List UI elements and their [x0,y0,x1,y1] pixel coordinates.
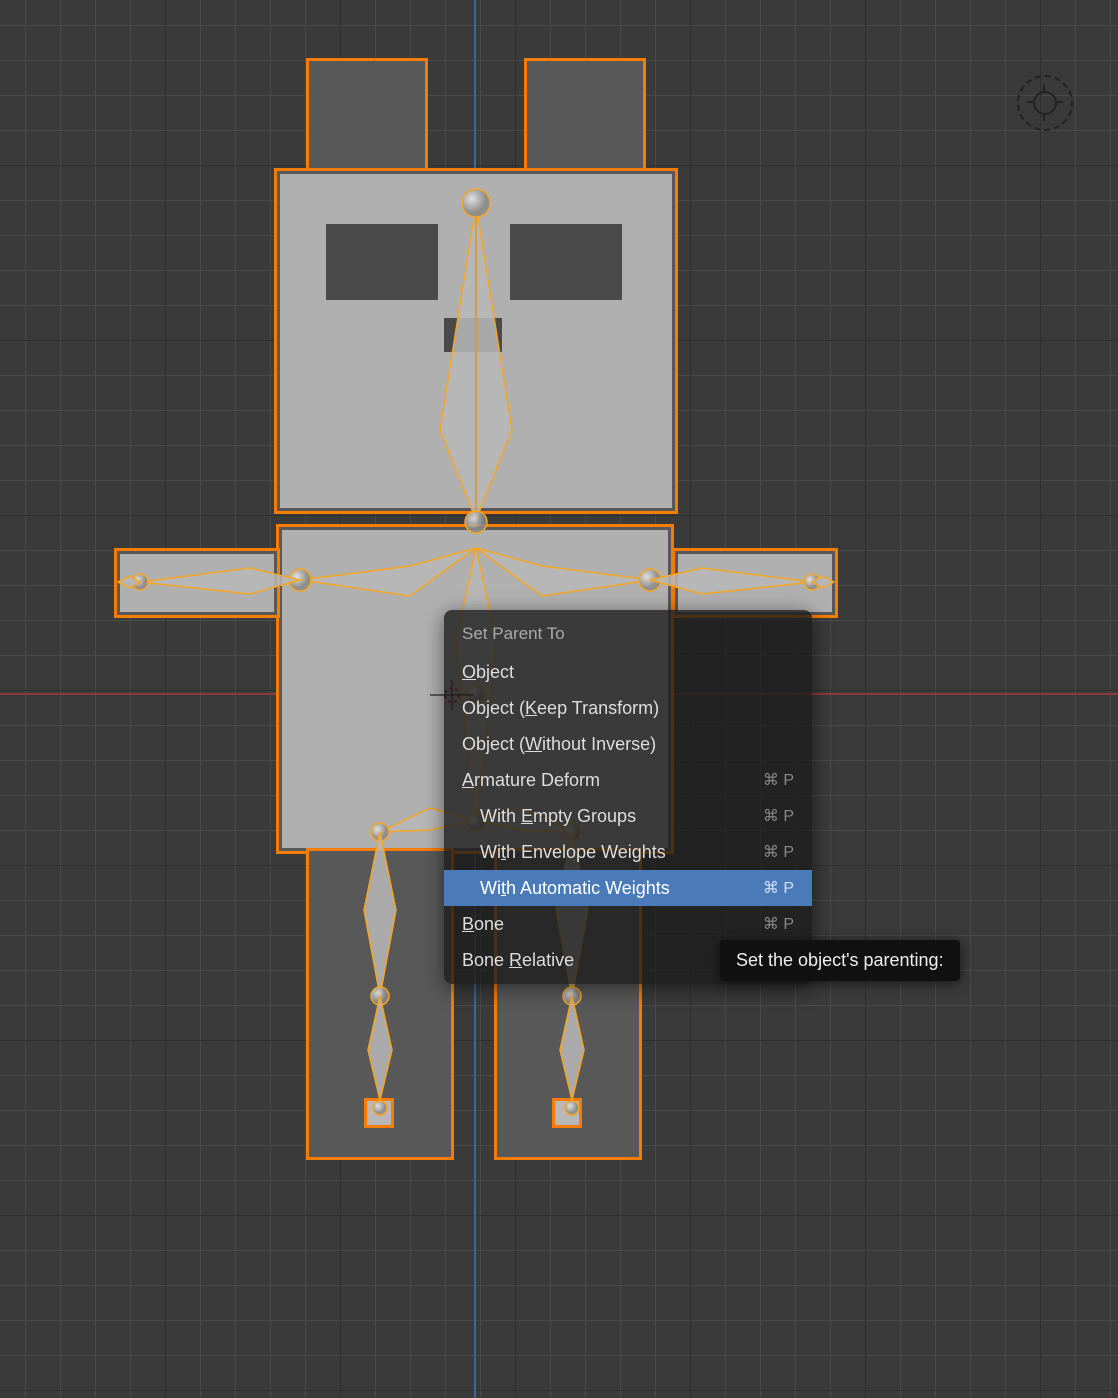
mesh-eye-left [326,224,438,300]
menu-item-bone[interactable]: Bone ⌘ P [444,906,812,942]
menu-item-object[interactable]: Object [444,654,812,690]
arm-right-face [678,554,832,612]
mesh-ear-left[interactable] [306,58,428,176]
context-menu-title: Set Parent To [444,616,812,654]
tooltip: Set the object's parenting: [720,940,960,981]
nav-gizmo-center-icon [1033,91,1057,115]
context-menu-set-parent: Set Parent To Object Object (Keep Transf… [444,610,812,984]
mesh-arm-left[interactable] [114,548,280,618]
viewport-3d[interactable]: Set Parent To Object Object (Keep Transf… [0,0,1118,1398]
mesh-nose [444,318,502,352]
arm-left-face [120,554,274,612]
mesh-foot-right[interactable] [552,1098,582,1128]
menu-item-armature-deform[interactable]: Armature Deform ⌘ P [444,762,812,798]
menu-item-automatic-weights[interactable]: With Automatic Weights ⌘ P [444,870,812,906]
mesh-foot-left[interactable] [364,1098,394,1128]
mesh-eye-right [510,224,622,300]
mesh-arm-right[interactable] [672,548,838,618]
nav-gizmo[interactable] [1017,75,1073,131]
menu-item-object-keep-transform[interactable]: Object (Keep Transform) [444,690,812,726]
menu-item-empty-groups[interactable]: With Empty Groups ⌘ P [444,798,812,834]
menu-item-object-without-inverse[interactable]: Object (Without Inverse) [444,726,812,762]
menu-item-envelope-weights[interactable]: With Envelope Weights ⌘ P [444,834,812,870]
mesh-ear-right[interactable] [524,58,646,176]
